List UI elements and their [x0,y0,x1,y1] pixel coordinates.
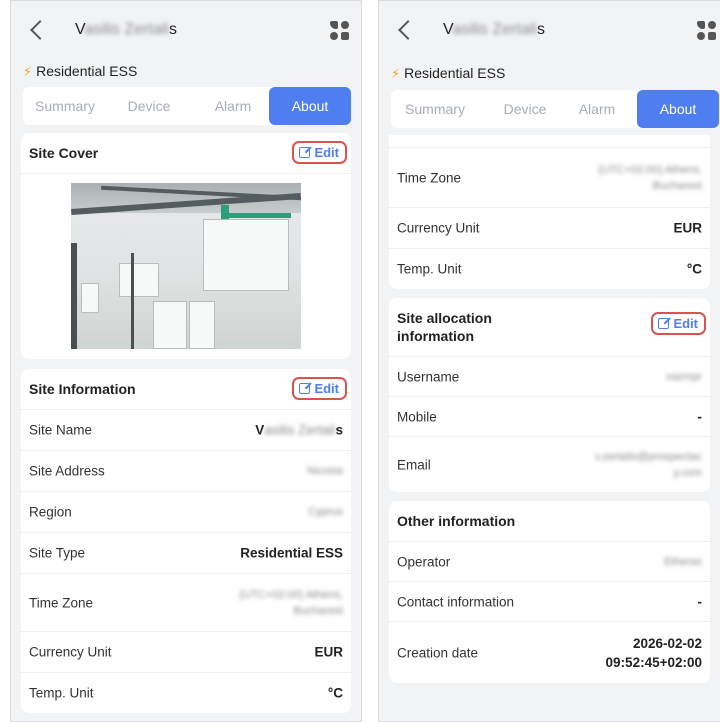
row-time-zone: Time Zone (UTC+02:00) Athens, Bucharest [21,573,351,631]
site-cover-card: Site Cover Edit [21,133,351,359]
header-bar: Vasilis Zertalis [379,1,720,61]
tab-alarm[interactable]: Alarm [559,90,635,128]
site-allocation-edit-button[interactable]: Edit [651,312,706,335]
site-information-card-continued: Time Zone (UTC+02:00) Athens, Bucharest C… [389,135,710,289]
tab-summary[interactable]: Summary [27,87,103,125]
row-creation-date: Creation date 2026-02-02 09:52:45+02:00 [389,621,710,683]
tab-about[interactable]: About [269,87,351,125]
row-time-zone: Time Zone (UTC+02:00) Athens, Bucharest [389,147,710,207]
creation-date-value: 2026-02-02 09:52:45+02:00 [605,635,702,670]
other-information-card: Other information Operator Etheras Conta… [389,501,710,683]
site-type-line: ⚡ Residential ESS [23,63,138,79]
edit-icon [299,147,311,158]
tab-bar: Summary Device Alarm About [391,90,719,128]
other-information-title: Other information [397,513,516,529]
row-site-type: Site Type Residential ESS [21,532,351,573]
site-information-title: Site Information [29,381,136,397]
time-zone-value: (UTC+02:00) Athens, Bucharest [598,163,702,192]
tab-about[interactable]: About [637,90,719,128]
back-chevron-icon[interactable] [398,20,418,40]
row-region: Region Cyprus [21,491,351,532]
row-site-address: Site Address Nicosia [21,450,351,491]
row-currency-unit: Currency Unit EUR [21,631,351,672]
email-value: v.zertalis@prospectac y.com [594,450,702,479]
site-allocation-card: Site allocation information Edit Username… [389,298,710,492]
tab-device[interactable]: Device [111,87,187,125]
row-operator: Operator Etheras [389,541,710,581]
tab-alarm[interactable]: Alarm [195,87,271,125]
site-title: Vasilis Zertalis [443,21,545,38]
site-information-header: Site Information Edit [21,369,351,409]
tab-summary[interactable]: Summary [397,90,473,128]
site-allocation-title: Site allocation information [397,310,492,344]
site-title: Vasilis Zertalis [75,21,177,38]
site-information-edit-button[interactable]: Edit [292,377,347,400]
tab-device[interactable]: Device [487,90,563,128]
site-cover-header: Site Cover Edit [21,133,351,173]
site-cover-title: Site Cover [29,145,99,161]
edit-icon [299,383,311,394]
row-email: Email v.zertalis@prospectac y.com [389,436,710,492]
tab-bar: Summary Device Alarm About [23,87,351,125]
bolt-icon: ⚡ [391,66,401,81]
other-information-header: Other information [389,501,710,541]
right-screen: Vasilis Zertalis ⚡ Residential ESS Summar… [378,0,720,722]
edit-icon [658,318,670,329]
apps-grid-icon[interactable] [330,21,350,41]
row-temp-unit: Temp. Unit °C [389,248,710,289]
row-currency-unit: Currency Unit EUR [389,207,710,248]
row-temp-unit: Temp. Unit °C [21,672,351,713]
site-cover-photo [71,183,301,349]
bolt-icon: ⚡ [23,64,33,79]
apps-grid-icon[interactable] [697,21,717,41]
row-contact-information: Contact information - [389,581,710,621]
site-information-card: Site Information Edit Site Name Vasilis … [21,369,351,713]
left-screen: Vasilis Zertalis ⚡ Residential ESS Summar… [10,0,362,722]
row-mobile: Mobile - [389,396,710,436]
header-bar: Vasilis Zertalis [11,1,361,61]
row-username: Username vazmpr [389,356,710,396]
row-site-name: Site Name Vasilis Zertalis [21,409,351,450]
time-zone-value: (UTC+02:00) Athens, Bucharest [239,588,343,617]
site-allocation-header: Site allocation information Edit [389,298,710,356]
site-type-line: ⚡ Residential ESS [391,65,506,81]
site-name-value: Vasilis Zertalis [255,422,343,438]
back-chevron-icon[interactable] [30,20,50,40]
site-cover-edit-button[interactable]: Edit [292,141,347,164]
